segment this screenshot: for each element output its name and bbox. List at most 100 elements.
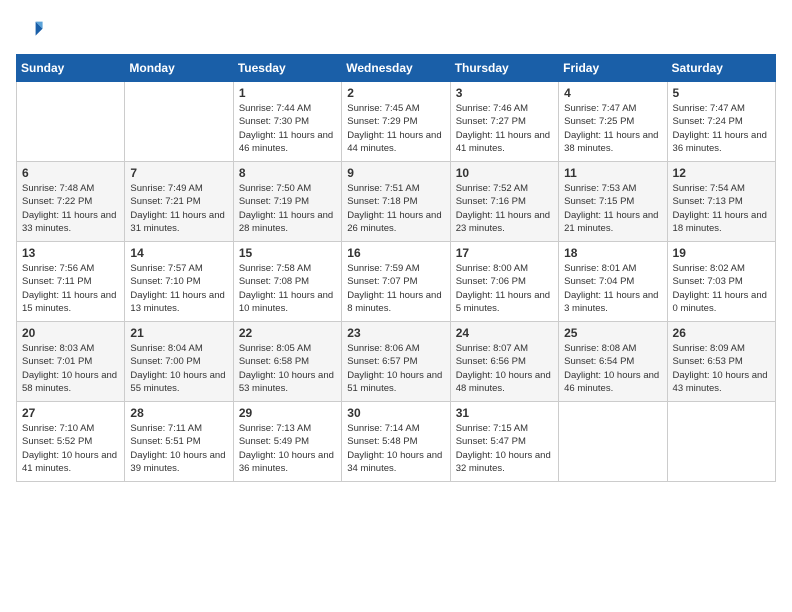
sunset-text: Sunset: 6:57 PM: [347, 356, 417, 367]
sunset-text: Sunset: 7:25 PM: [564, 116, 634, 127]
sunrise-text: Sunrise: 7:45 AM: [347, 103, 419, 114]
sunrise-text: Sunrise: 7:58 AM: [239, 263, 311, 274]
sunrise-text: Sunrise: 7:47 AM: [673, 103, 745, 114]
day-number: 3: [456, 86, 553, 100]
daylight-text: Daylight: 11 hours and 31 minutes.: [130, 210, 224, 234]
calendar-cell: 10 Sunrise: 7:52 AM Sunset: 7:16 PM Dayl…: [450, 162, 558, 242]
calendar-cell: 12 Sunrise: 7:54 AM Sunset: 7:13 PM Dayl…: [667, 162, 775, 242]
sunset-text: Sunset: 7:10 PM: [130, 276, 200, 287]
calendar-cell: 30 Sunrise: 7:14 AM Sunset: 5:48 PM Dayl…: [342, 402, 450, 482]
cell-content: Sunrise: 7:11 AM Sunset: 5:51 PM Dayligh…: [130, 422, 227, 475]
sunrise-text: Sunrise: 7:11 AM: [130, 423, 202, 434]
sunrise-text: Sunrise: 7:50 AM: [239, 183, 311, 194]
sunset-text: Sunset: 7:21 PM: [130, 196, 200, 207]
weekday-header: Monday: [125, 55, 233, 82]
daylight-text: Daylight: 11 hours and 8 minutes.: [347, 290, 441, 314]
day-number: 31: [456, 406, 553, 420]
cell-content: Sunrise: 7:46 AM Sunset: 7:27 PM Dayligh…: [456, 102, 553, 155]
weekday-header: Sunday: [17, 55, 125, 82]
cell-content: Sunrise: 7:45 AM Sunset: 7:29 PM Dayligh…: [347, 102, 444, 155]
calendar-cell: 23 Sunrise: 8:06 AM Sunset: 6:57 PM Dayl…: [342, 322, 450, 402]
daylight-text: Daylight: 11 hours and 38 minutes.: [564, 130, 658, 154]
daylight-text: Daylight: 11 hours and 18 minutes.: [673, 210, 767, 234]
sunrise-text: Sunrise: 7:48 AM: [22, 183, 94, 194]
day-number: 1: [239, 86, 336, 100]
sunset-text: Sunset: 7:03 PM: [673, 276, 743, 287]
daylight-text: Daylight: 11 hours and 44 minutes.: [347, 130, 441, 154]
cell-content: Sunrise: 7:50 AM Sunset: 7:19 PM Dayligh…: [239, 182, 336, 235]
calendar-cell: 8 Sunrise: 7:50 AM Sunset: 7:19 PM Dayli…: [233, 162, 341, 242]
sunset-text: Sunset: 7:29 PM: [347, 116, 417, 127]
sunset-text: Sunset: 7:08 PM: [239, 276, 309, 287]
day-number: 26: [673, 326, 770, 340]
day-number: 7: [130, 166, 227, 180]
cell-content: Sunrise: 7:14 AM Sunset: 5:48 PM Dayligh…: [347, 422, 444, 475]
calendar-cell: 25 Sunrise: 8:08 AM Sunset: 6:54 PM Dayl…: [559, 322, 667, 402]
sunset-text: Sunset: 5:48 PM: [347, 436, 417, 447]
day-number: 15: [239, 246, 336, 260]
day-number: 30: [347, 406, 444, 420]
daylight-text: Daylight: 10 hours and 32 minutes.: [456, 450, 551, 474]
sunset-text: Sunset: 7:16 PM: [456, 196, 526, 207]
calendar-header-row: SundayMondayTuesdayWednesdayThursdayFrid…: [17, 55, 776, 82]
daylight-text: Daylight: 11 hours and 41 minutes.: [456, 130, 550, 154]
cell-content: Sunrise: 7:49 AM Sunset: 7:21 PM Dayligh…: [130, 182, 227, 235]
sunrise-text: Sunrise: 7:47 AM: [564, 103, 636, 114]
calendar-cell: 27 Sunrise: 7:10 AM Sunset: 5:52 PM Dayl…: [17, 402, 125, 482]
calendar-cell: 3 Sunrise: 7:46 AM Sunset: 7:27 PM Dayli…: [450, 82, 558, 162]
weekday-header: Tuesday: [233, 55, 341, 82]
calendar-cell: 2 Sunrise: 7:45 AM Sunset: 7:29 PM Dayli…: [342, 82, 450, 162]
cell-content: Sunrise: 7:51 AM Sunset: 7:18 PM Dayligh…: [347, 182, 444, 235]
daylight-text: Daylight: 10 hours and 58 minutes.: [22, 370, 117, 394]
cell-content: Sunrise: 7:10 AM Sunset: 5:52 PM Dayligh…: [22, 422, 119, 475]
calendar-cell: 21 Sunrise: 8:04 AM Sunset: 7:00 PM Dayl…: [125, 322, 233, 402]
cell-content: Sunrise: 8:06 AM Sunset: 6:57 PM Dayligh…: [347, 342, 444, 395]
day-number: 18: [564, 246, 661, 260]
sunrise-text: Sunrise: 7:14 AM: [347, 423, 419, 434]
sunrise-text: Sunrise: 7:56 AM: [22, 263, 94, 274]
cell-content: Sunrise: 8:00 AM Sunset: 7:06 PM Dayligh…: [456, 262, 553, 315]
calendar-cell: 20 Sunrise: 8:03 AM Sunset: 7:01 PM Dayl…: [17, 322, 125, 402]
page-header: [16, 16, 776, 44]
sunrise-text: Sunrise: 8:07 AM: [456, 343, 528, 354]
cell-content: Sunrise: 8:01 AM Sunset: 7:04 PM Dayligh…: [564, 262, 661, 315]
calendar-cell: 19 Sunrise: 8:02 AM Sunset: 7:03 PM Dayl…: [667, 242, 775, 322]
calendar-week-row: 13 Sunrise: 7:56 AM Sunset: 7:11 PM Dayl…: [17, 242, 776, 322]
calendar-cell: [559, 402, 667, 482]
day-number: 28: [130, 406, 227, 420]
calendar-cell: 29 Sunrise: 7:13 AM Sunset: 5:49 PM Dayl…: [233, 402, 341, 482]
cell-content: Sunrise: 7:59 AM Sunset: 7:07 PM Dayligh…: [347, 262, 444, 315]
sunset-text: Sunset: 7:04 PM: [564, 276, 634, 287]
daylight-text: Daylight: 10 hours and 39 minutes.: [130, 450, 225, 474]
sunrise-text: Sunrise: 7:10 AM: [22, 423, 94, 434]
sunset-text: Sunset: 7:06 PM: [456, 276, 526, 287]
cell-content: Sunrise: 8:05 AM Sunset: 6:58 PM Dayligh…: [239, 342, 336, 395]
calendar-cell: 11 Sunrise: 7:53 AM Sunset: 7:15 PM Dayl…: [559, 162, 667, 242]
daylight-text: Daylight: 10 hours and 41 minutes.: [22, 450, 117, 474]
sunset-text: Sunset: 6:54 PM: [564, 356, 634, 367]
cell-content: Sunrise: 7:13 AM Sunset: 5:49 PM Dayligh…: [239, 422, 336, 475]
sunset-text: Sunset: 6:53 PM: [673, 356, 743, 367]
weekday-header: Friday: [559, 55, 667, 82]
calendar-cell: 6 Sunrise: 7:48 AM Sunset: 7:22 PM Dayli…: [17, 162, 125, 242]
cell-content: Sunrise: 7:48 AM Sunset: 7:22 PM Dayligh…: [22, 182, 119, 235]
calendar-cell: 5 Sunrise: 7:47 AM Sunset: 7:24 PM Dayli…: [667, 82, 775, 162]
cell-content: Sunrise: 7:52 AM Sunset: 7:16 PM Dayligh…: [456, 182, 553, 235]
calendar-week-row: 27 Sunrise: 7:10 AM Sunset: 5:52 PM Dayl…: [17, 402, 776, 482]
calendar-cell: 24 Sunrise: 8:07 AM Sunset: 6:56 PM Dayl…: [450, 322, 558, 402]
daylight-text: Daylight: 10 hours and 34 minutes.: [347, 450, 442, 474]
calendar-cell: 26 Sunrise: 8:09 AM Sunset: 6:53 PM Dayl…: [667, 322, 775, 402]
sunrise-text: Sunrise: 8:05 AM: [239, 343, 311, 354]
calendar-week-row: 20 Sunrise: 8:03 AM Sunset: 7:01 PM Dayl…: [17, 322, 776, 402]
sunset-text: Sunset: 7:18 PM: [347, 196, 417, 207]
daylight-text: Daylight: 11 hours and 28 minutes.: [239, 210, 333, 234]
daylight-text: Daylight: 11 hours and 5 minutes.: [456, 290, 550, 314]
daylight-text: Daylight: 11 hours and 13 minutes.: [130, 290, 224, 314]
day-number: 13: [22, 246, 119, 260]
daylight-text: Daylight: 10 hours and 48 minutes.: [456, 370, 551, 394]
day-number: 29: [239, 406, 336, 420]
calendar-cell: 9 Sunrise: 7:51 AM Sunset: 7:18 PM Dayli…: [342, 162, 450, 242]
sunset-text: Sunset: 7:13 PM: [673, 196, 743, 207]
day-number: 12: [673, 166, 770, 180]
calendar-cell: 14 Sunrise: 7:57 AM Sunset: 7:10 PM Dayl…: [125, 242, 233, 322]
